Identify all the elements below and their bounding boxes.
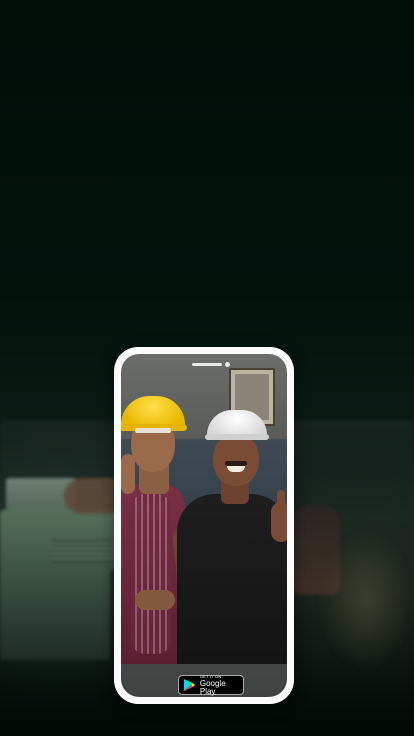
google-play-icon (183, 678, 197, 692)
thumbs-up-right (271, 502, 287, 542)
phone-camera (225, 362, 230, 367)
background-arm (64, 478, 120, 514)
phone-mockup: GET IT ON Google Play (114, 347, 294, 704)
store-badge-top-text: GET IT ON (199, 673, 222, 679)
store-badge-main-text: Google Play (199, 678, 226, 696)
worker-right-face (213, 434, 259, 486)
background-clutter (318, 530, 414, 670)
phone-screen-photo: GET IT ON Google Play (121, 354, 287, 697)
landing-screen: GET IT ON Google Play (0, 0, 414, 736)
thumbs-up-left (121, 454, 135, 494)
phone-speaker (192, 363, 222, 366)
google-play-button[interactable]: GET IT ON Google Play (178, 673, 244, 696)
